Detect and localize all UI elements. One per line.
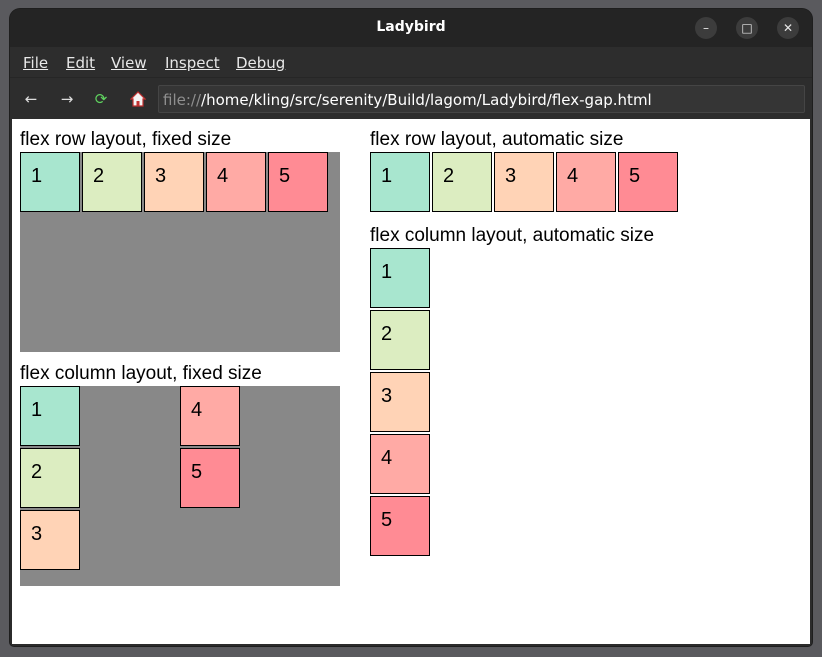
col-auto-item: 5: [370, 496, 430, 556]
col-fixed-item: 5: [180, 448, 240, 508]
url-scheme: file://: [163, 91, 202, 109]
menu-view[interactable]: View: [111, 54, 147, 72]
col-auto-item: 4: [370, 434, 430, 494]
row-auto-item: 1: [370, 152, 430, 212]
col-fixed-item: 3: [20, 510, 80, 570]
col-auto-item: 2: [370, 310, 430, 370]
menu-inspect[interactable]: Inspect: [165, 54, 220, 72]
browser-window: Ladybird – □ ✕ File Edit View Inspect De…: [10, 9, 812, 646]
row-auto-item: 3: [494, 152, 554, 212]
row-auto-item: 2: [432, 152, 492, 212]
url-path: /home/kling/src/serenity/Build/lagom/Lad…: [201, 91, 652, 109]
toolbar: ← → ⟳ file:///home/kling/src/serenity/Bu…: [10, 77, 812, 120]
title-bar[interactable]: Ladybird – □ ✕: [10, 9, 812, 47]
url-input[interactable]: file:///home/kling/src/serenity/Build/la…: [158, 85, 805, 113]
menu-bar: File Edit View Inspect Debug: [10, 47, 812, 77]
back-arrow-icon[interactable]: ←: [20, 88, 42, 110]
row-auto-item: 5: [618, 152, 678, 212]
menu-edit[interactable]: Edit: [66, 54, 95, 72]
window-title: Ladybird: [376, 19, 446, 35]
menu-file[interactable]: File: [23, 54, 48, 72]
row-fixed-item: 4: [206, 152, 266, 212]
col-auto-item: 1: [370, 248, 430, 308]
row-fixed-container: 1 2 3 4 5: [20, 152, 340, 352]
col-auto-item: 3: [370, 372, 430, 432]
row-fixed-item: 2: [82, 152, 142, 212]
row-fixed-item: 1: [20, 152, 80, 212]
maximize-icon[interactable]: □: [736, 17, 758, 39]
col-fixed-item: 2: [20, 448, 80, 508]
page-content: flex row layout, fixed size 1 2 3 4 5 fl…: [12, 119, 810, 644]
menu-debug[interactable]: Debug: [236, 54, 285, 72]
label-row-auto: flex row layout, automatic size: [370, 129, 624, 150]
forward-arrow-icon[interactable]: →: [56, 88, 78, 110]
minimize-icon[interactable]: –: [695, 17, 717, 39]
label-col-auto: flex column layout, automatic size: [370, 225, 655, 246]
col-fixed-item: 4: [180, 386, 240, 446]
home-icon[interactable]: [127, 88, 149, 110]
reload-icon[interactable]: ⟳: [90, 88, 112, 110]
close-icon[interactable]: ✕: [777, 17, 799, 39]
label-col-fixed: flex column layout, fixed size: [20, 363, 262, 384]
col-fixed-item: 1: [20, 386, 80, 446]
label-row-fixed: flex row layout, fixed size: [20, 129, 232, 150]
row-auto-item: 4: [556, 152, 616, 212]
row-fixed-item: 5: [268, 152, 328, 212]
col-fixed-container: 1 2 3 4 5: [20, 386, 340, 586]
row-fixed-item: 3: [144, 152, 204, 212]
